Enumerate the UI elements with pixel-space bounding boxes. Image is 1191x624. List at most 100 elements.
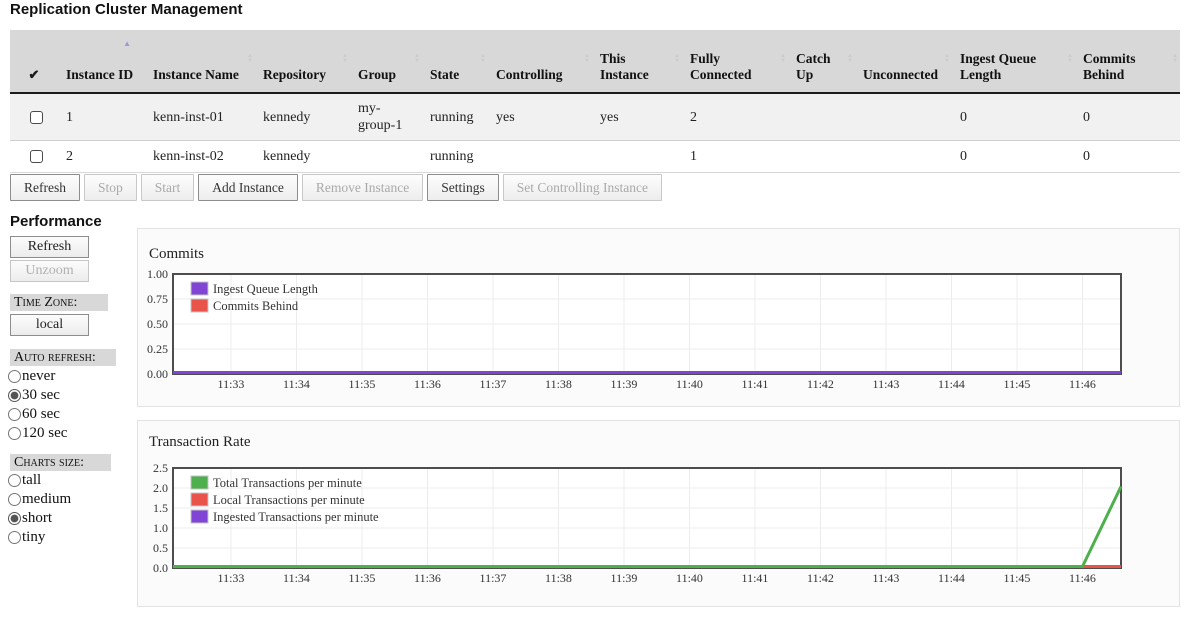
cell-unconnected bbox=[855, 94, 952, 140]
page-title: Replication Cluster Management bbox=[10, 1, 243, 18]
performance-section-title: Performance bbox=[10, 213, 102, 230]
column-header-fully-connected[interactable]: Fully Connected▲▼ bbox=[682, 30, 788, 92]
auto-refresh-option-60-sec[interactable]: 60 sec bbox=[8, 405, 67, 424]
auto-refresh-label: Auto refresh: bbox=[10, 349, 116, 366]
svg-text:11:36: 11:36 bbox=[414, 377, 441, 390]
cell-controlling bbox=[488, 141, 592, 172]
commits-chart: 1.000.750.500.250.0011:3311:3411:3511:36… bbox=[138, 268, 1158, 390]
settings-button[interactable]: Settings bbox=[427, 174, 499, 201]
charts-size-radio[interactable] bbox=[8, 474, 21, 487]
column-header-repository[interactable]: Repository ▲▼ bbox=[255, 30, 350, 92]
svg-text:11:34: 11:34 bbox=[283, 571, 310, 584]
svg-text:Commits Behind: Commits Behind bbox=[213, 299, 299, 313]
sort-toggle-icon: ▲▼ bbox=[342, 54, 348, 64]
svg-text:11:33: 11:33 bbox=[218, 571, 245, 584]
radio-label: 30 sec bbox=[22, 387, 60, 404]
commits-chart-title: Commits bbox=[149, 246, 204, 263]
svg-text:11:43: 11:43 bbox=[873, 571, 900, 584]
cell-commits-behind: 0 bbox=[1075, 94, 1180, 140]
auto-refresh-radio[interactable] bbox=[8, 408, 21, 421]
svg-text:11:40: 11:40 bbox=[676, 571, 703, 584]
column-header-ingest-queue-length[interactable]: Ingest Queue Length▲▼ bbox=[952, 30, 1075, 92]
charts-size-radio[interactable] bbox=[8, 493, 21, 506]
remove-instance-button[interactable]: Remove Instance bbox=[302, 174, 423, 201]
svg-text:0.75: 0.75 bbox=[147, 292, 168, 306]
column-header-label: Repository bbox=[263, 67, 326, 83]
column-header-instance-name[interactable]: Instance Name▲▼ bbox=[145, 30, 255, 92]
column-header-commits-behind[interactable]: Commits Behind▲▼ bbox=[1075, 30, 1180, 92]
performance-refresh-button[interactable]: Refresh bbox=[10, 236, 89, 258]
add-instance-button[interactable]: Add Instance bbox=[198, 174, 298, 201]
svg-text:11:35: 11:35 bbox=[349, 571, 376, 584]
timezone-label: Time Zone: bbox=[10, 294, 108, 311]
column-header-select: ✔ bbox=[10, 30, 58, 92]
column-header-label: Group bbox=[358, 67, 396, 83]
svg-text:0.5: 0.5 bbox=[153, 541, 168, 555]
svg-text:Local Transactions per minute: Local Transactions per minute bbox=[213, 493, 365, 507]
column-header-label: Ingest Queue Length bbox=[960, 51, 1067, 83]
charts-size-option-tiny[interactable]: tiny bbox=[8, 528, 71, 547]
svg-text:Total Transactions per minute: Total Transactions per minute bbox=[213, 476, 362, 490]
charts-size-option-medium[interactable]: medium bbox=[8, 490, 71, 509]
svg-text:11:37: 11:37 bbox=[480, 571, 507, 584]
column-header-catch-up[interactable]: Catch Up▲▼ bbox=[788, 30, 855, 92]
start-button[interactable]: Start bbox=[141, 174, 195, 201]
column-header-unconnected[interactable]: Unconnected▲▼ bbox=[855, 30, 952, 92]
row-checkbox[interactable] bbox=[30, 111, 43, 124]
stop-button[interactable]: Stop bbox=[84, 174, 137, 201]
cell-group: my-group-1 bbox=[350, 94, 422, 140]
instance-action-buttons: RefreshStopStartAdd InstanceRemove Insta… bbox=[10, 174, 662, 201]
svg-text:0.50: 0.50 bbox=[147, 317, 168, 331]
auto-refresh-radio[interactable] bbox=[8, 427, 21, 440]
column-header-label: Fully Connected bbox=[690, 51, 780, 83]
auto-refresh-option-120-sec[interactable]: 120 sec bbox=[8, 424, 67, 443]
column-header-label: Commits Behind bbox=[1083, 51, 1172, 83]
svg-text:11:34: 11:34 bbox=[283, 377, 310, 390]
cell-fully-connected: 1 bbox=[682, 141, 788, 172]
row-checkbox[interactable] bbox=[30, 150, 43, 163]
column-header-label: This Instance bbox=[600, 51, 674, 83]
auto-refresh-option-never[interactable]: never bbox=[8, 367, 67, 386]
column-header-label: Catch Up bbox=[796, 51, 847, 83]
refresh-button[interactable]: Refresh bbox=[10, 174, 80, 201]
charts-size-option-tall[interactable]: tall bbox=[8, 471, 71, 490]
column-header-label: Instance Name bbox=[153, 67, 239, 83]
auto-refresh-radio[interactable] bbox=[8, 389, 21, 402]
commits-chart-panel: Commits 1.000.750.500.250.0011:3311:3411… bbox=[137, 228, 1180, 407]
svg-text:11:42: 11:42 bbox=[807, 571, 834, 584]
table-row: 1kenn-inst-01kennedymy-group-1runningyes… bbox=[10, 94, 1180, 140]
unzoom-button[interactable]: Unzoom bbox=[10, 260, 89, 282]
cell-group bbox=[350, 141, 422, 172]
cell-state: running bbox=[422, 94, 488, 140]
transaction-rate-chart: 2.52.01.51.00.50.011:3311:3411:3511:3611… bbox=[138, 462, 1158, 584]
sort-toggle-icon: ▲▼ bbox=[847, 54, 853, 64]
sort-toggle-icon: ▲▼ bbox=[780, 54, 786, 64]
cell-this-instance: yes bbox=[592, 94, 682, 140]
cell-instance-id: 1 bbox=[58, 94, 145, 140]
auto-refresh-option-30-sec[interactable]: 30 sec bbox=[8, 386, 67, 405]
column-header-instance-id[interactable]: Instance ID▲ bbox=[58, 30, 145, 92]
svg-text:2.0: 2.0 bbox=[153, 481, 168, 495]
column-header-controlling[interactable]: Controlling▲▼ bbox=[488, 30, 592, 92]
svg-text:1.00: 1.00 bbox=[147, 268, 168, 281]
column-header-label: State bbox=[430, 67, 459, 83]
charts-size-radio[interactable] bbox=[8, 512, 21, 525]
table-row: 2kenn-inst-02kennedyrunning100 bbox=[10, 140, 1180, 173]
auto-refresh-radio-group: never30 sec 60 sec120 sec bbox=[8, 367, 67, 443]
svg-text:0.0: 0.0 bbox=[153, 561, 168, 575]
column-header-this-instance[interactable]: This Instance▲▼ bbox=[592, 30, 682, 92]
charts-size-radio[interactable] bbox=[8, 531, 21, 544]
auto-refresh-radio[interactable] bbox=[8, 370, 21, 383]
radio-label: 60 sec bbox=[22, 406, 60, 423]
charts-size-option-short[interactable]: short bbox=[8, 509, 71, 528]
set-controlling-instance-button[interactable]: Set Controlling Instance bbox=[503, 174, 662, 201]
svg-text:Ingested Transactions per minu: Ingested Transactions per minute bbox=[213, 510, 379, 524]
svg-text:11:46: 11:46 bbox=[1069, 377, 1096, 390]
timezone-local-button[interactable]: local bbox=[10, 314, 89, 336]
instances-table: ✔Instance ID▲Instance Name▲▼Repository▲▼… bbox=[10, 30, 1180, 173]
svg-text:11:37: 11:37 bbox=[480, 377, 507, 390]
column-header-state[interactable]: State▲▼ bbox=[422, 30, 488, 92]
sort-toggle-icon: ▲▼ bbox=[1172, 54, 1178, 64]
column-header-group[interactable]: Group▲▼ bbox=[350, 30, 422, 92]
table-header-row: ✔Instance ID▲Instance Name▲▼Repository▲▼… bbox=[10, 30, 1180, 94]
